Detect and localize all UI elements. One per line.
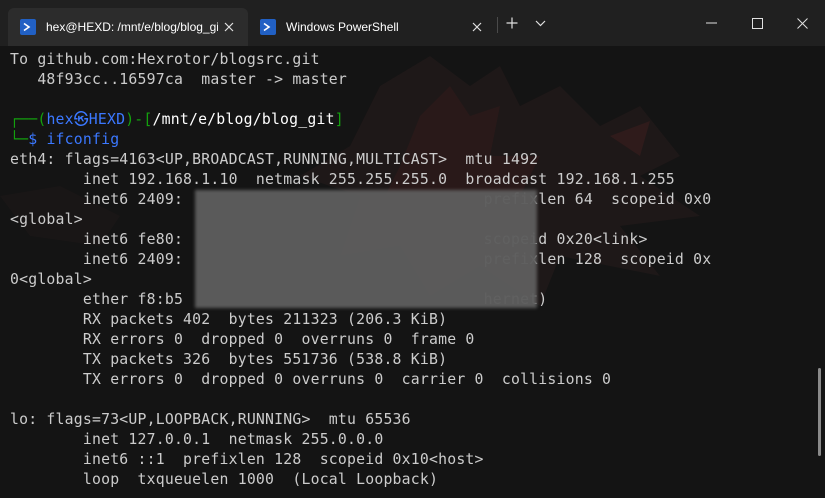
maximize-button[interactable] xyxy=(734,8,780,38)
output-line: inet 192.168.1.10 netmask 255.255.255.0 … xyxy=(10,171,675,188)
tab-divider xyxy=(497,17,498,33)
tab-dropdown-button[interactable] xyxy=(528,8,552,38)
terminal-pane[interactable]: To github.com:Hexrotor/blogsrc.git 48f93… xyxy=(0,46,825,498)
prompt-line: ┌──(hex㉿HEXD)-[/mnt/e/blog/blog_git] xyxy=(10,110,711,130)
prompt-dollar: $ xyxy=(28,131,38,148)
new-tab-button[interactable] xyxy=(499,8,525,38)
close-window-button[interactable] xyxy=(780,8,825,38)
prompt-corner-top: ┌──( xyxy=(10,111,47,128)
output-line: 48f93cc..16597ca master -> master xyxy=(10,71,348,88)
prompt-host: HEXD xyxy=(88,111,126,128)
scrollbar[interactable] xyxy=(818,368,821,456)
output-line: RX packets 402 bytes 211323 (206.3 KiB) xyxy=(10,311,448,328)
close-icon xyxy=(797,17,808,29)
output-line: RX errors 0 dropped 0 overruns 0 frame 0 xyxy=(10,331,475,348)
output-line: inet 127.0.0.1 netmask 255.0.0.0 xyxy=(10,431,384,448)
output-line: eth4: flags=4163<UP,BROADCAST,RUNNING,MU… xyxy=(10,151,539,168)
tab-label: hex@HEXD: /mnt/e/blog/blog_git xyxy=(46,20,218,34)
new-tab-icon xyxy=(506,17,518,29)
redaction-blur xyxy=(195,190,537,308)
tab-label: Windows PowerShell xyxy=(286,20,399,34)
tab-powershell[interactable]: Windows PowerShell xyxy=(248,8,496,46)
prompt-corner-bottom: └─ xyxy=(10,131,29,148)
output-line: loop txqueuelen 1000 (Local Loopback) xyxy=(10,471,439,488)
close-tab-icon[interactable] xyxy=(466,16,488,38)
output-line: TX packets 326 bytes 551736 (538.8 KiB) xyxy=(10,351,448,368)
tab-ubuntu[interactable]: hex@HEXD: /mnt/e/blog/blog_git xyxy=(8,8,248,46)
powershell-icon xyxy=(260,19,276,35)
minimize-icon xyxy=(705,22,717,24)
command-line: └─$ ifconfig xyxy=(10,130,711,150)
prompt-bracket-close: ] xyxy=(334,111,344,128)
title-bar: hex@HEXD: /mnt/e/blog/blog_git Windows P… xyxy=(0,0,825,46)
close-tab-icon[interactable] xyxy=(218,16,240,38)
prompt-user: hex xyxy=(46,111,74,128)
prompt-at-symbol: ㉿ xyxy=(73,111,89,128)
chevron-down-icon xyxy=(535,20,545,26)
prompt-path: /mnt/e/blog/blog_git xyxy=(152,111,335,128)
output-line: TX errors 0 dropped 0 overruns 0 carrier… xyxy=(10,371,612,388)
output-line: To github.com:Hexrotor/blogsrc.git xyxy=(10,51,320,68)
minimize-button[interactable] xyxy=(688,8,734,38)
prompt-mid: )-[ xyxy=(125,111,153,128)
maximize-icon xyxy=(751,17,763,29)
output-line: lo: flags=73<UP,LOOPBACK,RUNNING> mtu 65… xyxy=(10,411,411,428)
command-text: ifconfig xyxy=(46,131,120,148)
terminal-icon xyxy=(20,19,36,35)
output-line: inet6 ::1 prefixlen 128 scopeid 0x10<hos… xyxy=(10,451,484,468)
